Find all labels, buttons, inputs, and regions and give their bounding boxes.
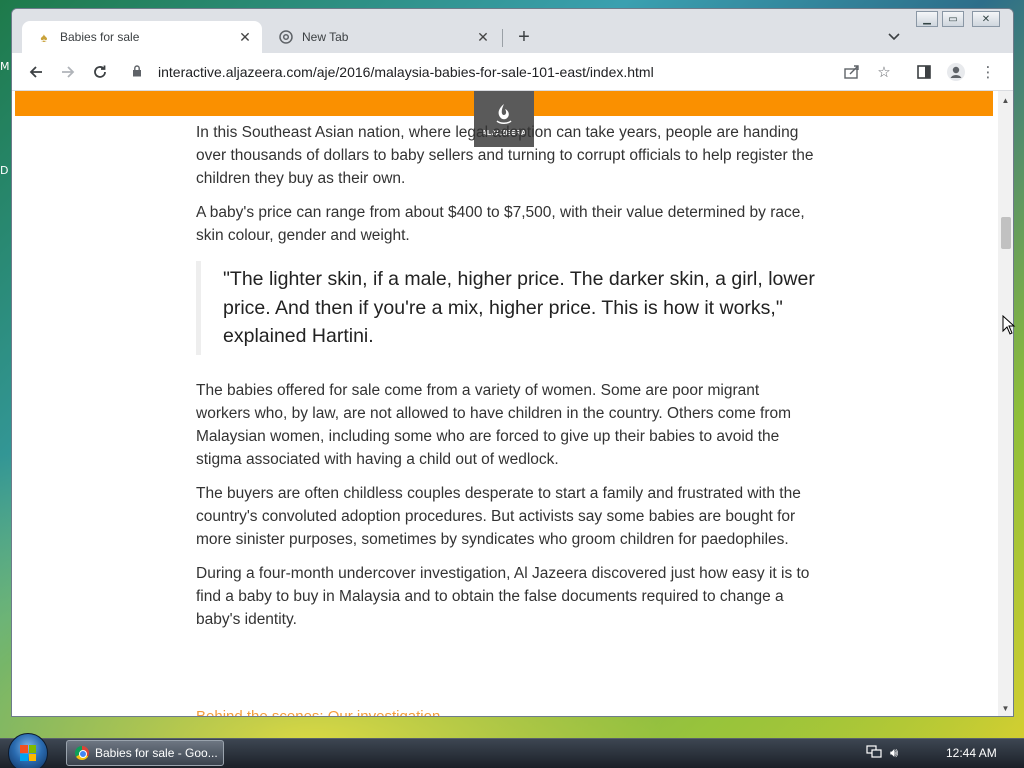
article-body: In this Southeast Asian nation, where le… — [196, 121, 816, 642]
browser-toolbar: interactive.aljazeera.com/aje/2016/malay… — [12, 53, 1013, 91]
tab-separator — [502, 29, 503, 47]
close-tab-icon[interactable]: ✕ — [472, 26, 494, 48]
minimize-button[interactable]: ▁ — [916, 11, 938, 27]
desktop-icon-label[interactable]: D — [0, 164, 8, 177]
chrome-icon — [75, 746, 89, 760]
taskbar: Babies for sale - Goo... 🔊︎ 12:44 AM — [0, 733, 1024, 768]
tab-title: New Tab — [302, 30, 349, 44]
network-icon[interactable] — [866, 745, 882, 762]
task-button-label: Babies for sale - Goo... — [95, 746, 218, 760]
back-arrow-icon[interactable] — [24, 60, 48, 84]
section-link[interactable]: Behind the scenes: Our investigation — [196, 708, 440, 716]
page-viewport: ALJAZEERA In this Southeast Asian nation… — [12, 91, 1013, 716]
browser-window: ▁ ▭ ✕ ♠ Babies for sale ✕ New Tab ✕ + in… — [11, 8, 1014, 717]
tab-search-chevron-icon[interactable] — [882, 25, 906, 49]
aljazeera-favicon-icon: ♠ — [40, 29, 48, 45]
reload-icon[interactable] — [88, 60, 112, 84]
taskbar-chrome-window-button[interactable]: Babies for sale - Goo... — [66, 740, 224, 766]
scroll-thumb[interactable] — [1001, 217, 1011, 249]
scroll-up-arrow-icon[interactable]: ▲ — [998, 93, 1013, 108]
mouse-cursor-icon — [1002, 315, 1016, 335]
forward-arrow-icon[interactable] — [56, 60, 80, 84]
lock-icon[interactable] — [132, 64, 148, 80]
tab-title: Babies for sale — [60, 30, 140, 44]
bookmark-star-icon[interactable]: ☆ — [872, 60, 896, 84]
system-clock[interactable]: 12:44 AM — [946, 746, 997, 760]
article-paragraph: A baby's price can range from about $400… — [196, 204, 805, 244]
scroll-down-arrow-icon[interactable]: ▼ — [998, 701, 1013, 716]
tab-strip: ▁ ▭ ✕ ♠ Babies for sale ✕ New Tab ✕ + — [12, 9, 1013, 53]
address-bar[interactable]: interactive.aljazeera.com/aje/2016/malay… — [124, 57, 894, 87]
article-paragraph: The babies offered for sale come from a … — [196, 381, 792, 468]
share-icon[interactable] — [840, 60, 864, 84]
windows-logo-icon — [20, 745, 36, 761]
desktop-icon-label[interactable]: M — [0, 60, 10, 73]
url-text[interactable]: interactive.aljazeera.com/aje/2016/malay… — [158, 64, 654, 80]
article-paragraph: During a four-month undercover investiga… — [196, 564, 810, 628]
maximize-button[interactable]: ▭ — [942, 11, 964, 27]
new-tab-button[interactable]: + — [512, 25, 536, 49]
article-paragraph: The buyers are often childless couples d… — [196, 484, 801, 548]
close-tab-icon[interactable]: ✕ — [234, 26, 256, 48]
chrome-icon — [278, 29, 294, 45]
volume-icon[interactable]: 🔊︎ — [890, 745, 898, 761]
start-button[interactable] — [8, 733, 48, 768]
tab-new-tab[interactable]: New Tab ✕ — [264, 21, 500, 53]
side-panel-icon[interactable] — [912, 60, 936, 84]
article-paragraph: In this Southeast Asian nation, where le… — [196, 124, 814, 187]
close-window-button[interactable]: ✕ — [972, 11, 1000, 27]
tab-babies-for-sale[interactable]: ♠ Babies for sale ✕ — [22, 21, 262, 53]
menu-kebab-icon[interactable]: ⋮ — [976, 60, 1000, 84]
pull-quote: "The lighter skin, if a male, higher pri… — [196, 261, 816, 355]
vertical-scrollbar[interactable]: ▲ ▼ — [998, 91, 1013, 716]
profile-avatar-icon[interactable] — [944, 60, 968, 84]
